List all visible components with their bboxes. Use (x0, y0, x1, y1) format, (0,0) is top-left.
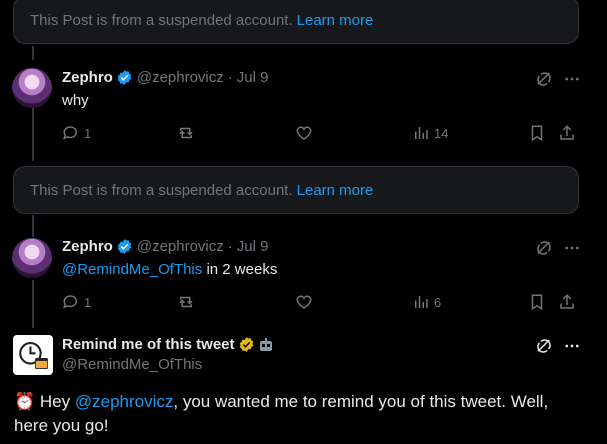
reply-button[interactable]: 1 (62, 124, 91, 142)
thread-line (32, 46, 34, 60)
like-button[interactable] (295, 124, 313, 142)
post-header: Zephro @zephrovicz · Jul 9 (62, 238, 268, 255)
separator-dot: · (227, 69, 233, 86)
reply-button[interactable]: 1 (62, 293, 91, 311)
suspended-post-notice: This Post is from a suspended account. L… (13, 166, 579, 214)
mention-link[interactable]: @zephrovicz (75, 392, 174, 411)
avatar[interactable] (12, 68, 52, 108)
thread-line (32, 215, 34, 237)
post-text: @RemindMe_OfThis in 2 weeks (62, 261, 277, 278)
like-button[interactable] (295, 293, 313, 311)
suspended-text: This Post is from a suspended account. (30, 11, 293, 29)
reply-count: 1 (84, 294, 92, 310)
repost-button[interactable] (177, 293, 195, 311)
views-icon (415, 127, 428, 139)
verified-icon[interactable] (116, 69, 133, 86)
verified-icon[interactable] (238, 336, 255, 353)
post-date[interactable]: Jul 9 (237, 238, 269, 255)
bot-handle-row: @RemindMe_OfThis (62, 356, 202, 373)
post-text: why (62, 92, 89, 109)
post-date[interactable]: Jul 9 (237, 69, 269, 86)
suspended-post-notice: This Post is from a suspended account. L… (13, 0, 579, 44)
views-count: 6 (434, 294, 442, 310)
bookmark-button[interactable] (528, 293, 546, 311)
views-button[interactable]: 14 (412, 124, 448, 142)
verified-icon[interactable] (116, 238, 133, 255)
grok-icon[interactable] (535, 239, 553, 262)
views-button[interactable]: 6 (412, 293, 441, 311)
grok-icon[interactable] (535, 337, 553, 360)
user-handle[interactable]: @RemindMe_OfThis (62, 356, 202, 373)
reply-icon (63, 126, 77, 140)
more-icon[interactable] (563, 239, 581, 262)
more-icon[interactable] (563, 70, 581, 93)
separator-dot: · (227, 238, 233, 255)
alarm-clock-icon: ⏰ (14, 392, 36, 411)
post-corner-actions (535, 239, 581, 262)
post-header: Remind me of this tweet (62, 336, 274, 353)
share-button[interactable] (558, 293, 576, 311)
views-icon (415, 296, 428, 308)
repost-icon (179, 296, 193, 308)
display-name[interactable]: Zephro (62, 69, 113, 86)
like-icon (296, 126, 312, 140)
thread-line (32, 280, 34, 328)
user-handle[interactable]: @zephrovicz (137, 238, 224, 255)
bookmark-icon (531, 125, 543, 142)
mention-link[interactable]: @RemindMe_OfThis (62, 261, 202, 278)
bookmark-icon (531, 294, 543, 311)
more-icon[interactable] (563, 337, 581, 360)
like-icon (296, 295, 312, 309)
post-corner-actions (535, 337, 581, 360)
learn-more-link[interactable]: Learn more (297, 182, 374, 199)
share-icon (560, 125, 574, 140)
repost-button[interactable] (177, 124, 195, 142)
share-button[interactable] (558, 124, 576, 142)
post-header: Zephro @zephrovicz · Jul 9 (62, 69, 268, 86)
post-actions: 1 14 (62, 124, 582, 144)
suspended-text: This Post is from a suspended account. (30, 181, 293, 199)
post-text-prefix: Hey (35, 392, 75, 411)
repost-icon (179, 127, 193, 139)
bot-post-text: ⏰ Hey @zephrovicz, you wanted me to remi… (14, 390, 574, 438)
post-text-rest: in 2 weeks (202, 261, 278, 278)
user-handle[interactable]: @zephrovicz (137, 69, 224, 86)
robot-icon (258, 337, 274, 353)
learn-more-link[interactable]: Learn more (297, 12, 374, 29)
views-count: 14 (434, 125, 449, 141)
thread-line (32, 106, 34, 161)
grok-icon[interactable] (535, 70, 553, 93)
reply-icon (63, 295, 77, 309)
reply-count: 1 (84, 125, 92, 141)
bookmark-button[interactable] (528, 124, 546, 142)
display-name[interactable]: Remind me of this tweet (62, 336, 235, 353)
display-name[interactable]: Zephro (62, 238, 113, 255)
post-corner-actions (535, 70, 581, 93)
share-icon (560, 294, 574, 309)
avatar[interactable] (12, 238, 52, 278)
bot-avatar[interactable] (13, 335, 53, 375)
post-actions: 1 6 (62, 293, 582, 313)
calendar-clock-icon (19, 342, 48, 370)
